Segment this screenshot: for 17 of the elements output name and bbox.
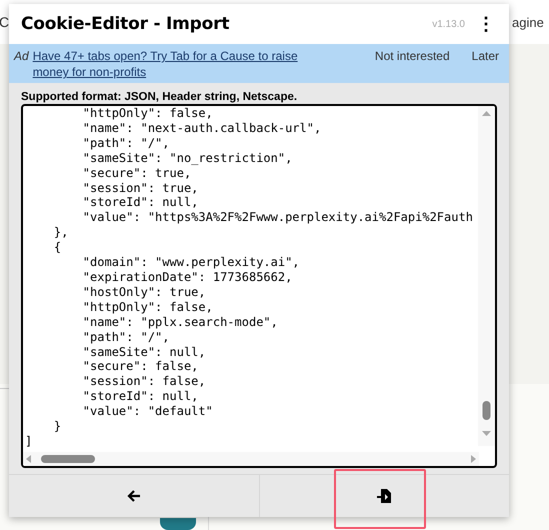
vertical-scrollbar[interactable] xyxy=(478,106,495,446)
back-arrow-icon xyxy=(126,489,141,503)
import-textarea[interactable]: "httpOnly": false, "name": "next-auth.callback-url", "path": "/", "sameSite": "no_restriction", "secure": true, "session": true, "storeId": null, "value": "https%3A%2F%2Fwww.perplexity.ai%2Fapi%2Fauth }, { "domain": "www.perplexity.ai", "expirationDate": 1773685662, "hostOnly": true, "httpOnly": false, "name": "pplx.search-mode", "path": "/", "sameSite": null, "secure": false, "session": false, "storeId": null, "value": "default" } ] xyxy=(21,104,497,468)
import-button[interactable] xyxy=(258,475,509,517)
ad-link[interactable]: Have 47+ tabs open? Try Tab for a Cause to raise money for non-profits xyxy=(32,48,323,80)
popup-title: Cookie-Editor - Import xyxy=(21,14,230,34)
file-import-icon xyxy=(376,488,392,504)
page-text: C xyxy=(0,14,10,30)
menu-button[interactable]: ⋮ xyxy=(475,13,497,35)
horizontal-scrollbar[interactable] xyxy=(23,452,479,466)
version-label: v1.13.0 xyxy=(432,18,465,30)
page-button[interactable] xyxy=(160,518,196,530)
ad-action[interactable]: Later xyxy=(454,48,499,64)
ad-action[interactable]: Not interested xyxy=(356,48,450,64)
ad-tag: Ad xyxy=(14,48,29,80)
page-text: agine xyxy=(512,15,544,30)
format-label: Supported format: JSON, Header string, Netscape. xyxy=(21,91,298,103)
